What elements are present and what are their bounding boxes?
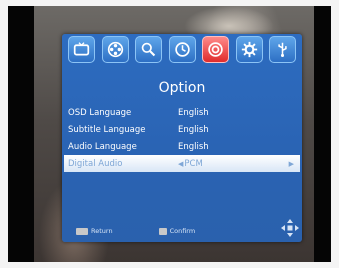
option-row-subtitle-language[interactable]: Subtitle Language English (62, 121, 302, 138)
confirm-label: Confirm (169, 227, 196, 235)
confirm-hint: Confirm (158, 227, 196, 235)
tv-screen: Option OSD Language English Subtitle Lan… (8, 6, 331, 262)
usb-icon (278, 42, 287, 57)
search-icon (141, 42, 156, 57)
menu-footer: Return Confirm (62, 224, 302, 238)
tab-media[interactable] (101, 36, 129, 63)
option-value-selector[interactable]: ◀PCM (178, 159, 300, 169)
tab-usb[interactable] (269, 36, 296, 63)
arrow-left-icon[interactable]: ◀ (178, 160, 183, 168)
target-icon (208, 42, 223, 57)
clock-icon (174, 42, 190, 57)
tab-tv[interactable] (68, 36, 95, 63)
option-label: Digital Audio (68, 158, 123, 169)
option-label: Subtitle Language (68, 124, 146, 135)
gear-icon (241, 41, 257, 58)
option-menu: Option OSD Language English Subtitle Lan… (62, 34, 302, 242)
return-label: Return (91, 227, 113, 235)
tab-search[interactable] (135, 36, 162, 63)
ok-key-icon (158, 227, 167, 235)
tab-time[interactable] (168, 36, 196, 63)
option-row-audio-language[interactable]: Audio Language English (62, 138, 302, 155)
option-row-digital-audio[interactable]: Digital Audio ◀PCM ▶ (64, 155, 300, 172)
option-label: Audio Language (68, 141, 137, 152)
option-value: English (178, 141, 209, 152)
option-value: English (178, 124, 209, 135)
return-hint: Return (76, 227, 113, 235)
arrow-right-icon[interactable]: ▶ (289, 160, 294, 168)
menu-title: Option (158, 80, 206, 96)
film-reel-icon (107, 41, 123, 58)
option-value: English (178, 107, 209, 118)
option-value: PCM (184, 158, 203, 169)
dpad-icon (281, 219, 299, 237)
menu-tab-bar (62, 36, 302, 64)
option-label: OSD Language (68, 107, 132, 118)
tab-option[interactable] (202, 36, 229, 63)
exit-key-icon (76, 227, 88, 235)
tv-icon (73, 42, 90, 56)
option-row-osd-language[interactable]: OSD Language English (62, 104, 302, 121)
tab-system[interactable] (235, 36, 263, 63)
option-list: OSD Language English Subtitle Language E… (62, 104, 302, 172)
